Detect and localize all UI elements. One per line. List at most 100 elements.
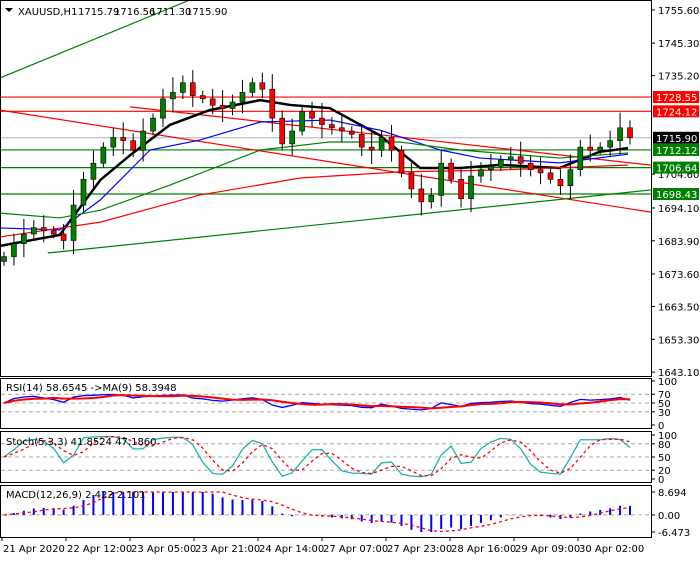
candle — [438, 162, 445, 196]
close-value: 1715.90 — [186, 7, 227, 18]
stoch-tick-label: 50 — [658, 453, 671, 464]
candle — [70, 204, 77, 241]
time-tick-label: 24 Apr 14:00 — [259, 544, 324, 555]
stoch-label: Stoch(5,3,3) 41.8524 47.1860 — [6, 437, 157, 448]
candle — [120, 137, 127, 141]
candle — [160, 98, 166, 119]
candle — [408, 172, 415, 190]
candle — [329, 124, 335, 129]
candle — [358, 133, 365, 148]
candle — [279, 117, 286, 145]
rsi-label: RSI(14) 58.6545 ->MA(9) 58.3948 — [6, 383, 177, 394]
time-tick-label: 28 Apr 16:00 — [451, 544, 516, 555]
candle — [229, 101, 236, 109]
candle — [259, 82, 266, 90]
price-tick-label: 1673.60 — [658, 270, 699, 281]
candle — [507, 156, 514, 161]
stoch-tick-label: 0 — [658, 475, 664, 486]
candle — [249, 82, 256, 93]
candle — [219, 104, 226, 109]
candle — [110, 137, 117, 148]
candle — [348, 130, 355, 135]
level-label: 1698.43 — [656, 190, 697, 201]
candle — [209, 98, 216, 106]
candle — [140, 130, 146, 151]
macd-tick-label: -6.473 — [658, 528, 690, 539]
candle — [388, 137, 395, 151]
time-tick-label: 21 Apr 2020 — [3, 544, 65, 555]
level-label: 1712.12 — [656, 146, 697, 157]
rsi-tick-label: 30 — [658, 408, 671, 419]
candle — [21, 233, 27, 244]
candle — [319, 117, 325, 125]
candle — [150, 117, 156, 132]
candle — [607, 140, 613, 148]
time-tick-label: 27 Apr 23:00 — [387, 544, 452, 555]
candle — [458, 179, 464, 199]
candle — [180, 82, 186, 93]
candle — [527, 162, 534, 170]
candle — [567, 169, 574, 187]
candle — [478, 169, 484, 177]
candle — [239, 92, 246, 103]
candle — [627, 127, 633, 139]
price-tick-label: 1745.30 — [658, 39, 699, 50]
candle — [557, 179, 564, 187]
candle — [498, 159, 504, 167]
level-label: 1724.12 — [656, 107, 697, 118]
price-tick-label: 1755.60 — [658, 6, 699, 17]
macd-tick-label: 8.694 — [658, 488, 687, 499]
candle — [488, 166, 494, 170]
candle — [170, 92, 176, 100]
time-tick-label: 23 Apr 05:00 — [131, 544, 196, 555]
time-tick-label: 30 Apr 02:00 — [579, 544, 644, 555]
level-label: 1728.55 — [656, 93, 697, 104]
candle — [269, 88, 276, 119]
candle — [100, 146, 107, 164]
chart-window: XAUUSD,H1 1715.79 1716.56 1711.30 1715.9… — [0, 0, 700, 560]
candle — [189, 82, 196, 96]
stoch-tick-label: 80 — [658, 440, 671, 451]
candle — [339, 127, 345, 132]
candle — [617, 127, 623, 141]
symbol-label: XAUUSD,H1 — [18, 7, 77, 18]
candle — [31, 227, 37, 235]
candle — [309, 111, 315, 119]
candle — [448, 162, 454, 180]
candle — [40, 227, 47, 232]
time-tick-label: 22 Apr 12:00 — [67, 544, 132, 555]
candle — [577, 146, 584, 170]
candle — [289, 130, 295, 145]
macd-tick-label: 0.00 — [658, 511, 680, 522]
candle — [199, 95, 206, 100]
level-label: 1706.64 — [656, 164, 697, 175]
candle — [11, 243, 17, 257]
candle — [517, 156, 524, 164]
candle — [90, 162, 97, 180]
candle — [597, 146, 603, 151]
price-tick-label: 1663.50 — [658, 302, 699, 313]
candle — [80, 179, 87, 206]
macd-label: MACD(12,26,9) 2.422 2.101 — [6, 490, 146, 501]
candle — [587, 146, 594, 151]
candle — [537, 169, 544, 174]
candle — [60, 233, 67, 241]
chart-header: XAUUSD,H1 1715.79 1716.56 1711.30 1715.9… — [5, 7, 227, 18]
price-tick-label: 1683.90 — [658, 237, 699, 248]
candle — [368, 146, 375, 151]
time-tick-label: 23 Apr 21:00 — [195, 544, 260, 555]
candle — [428, 195, 435, 203]
candle — [299, 111, 305, 132]
candle — [398, 150, 405, 174]
time-tick-label: 29 Apr 09:00 — [515, 544, 580, 555]
candle — [50, 230, 57, 235]
candle — [547, 172, 554, 180]
candle — [418, 188, 425, 203]
candle — [468, 175, 474, 199]
candle — [130, 140, 136, 151]
price-tick-label: 1653.30 — [658, 335, 699, 346]
time-tick-label: 27 Apr 07:00 — [323, 544, 388, 555]
candle — [378, 137, 385, 151]
rsi-tick-label: 100 — [658, 377, 677, 388]
candle — [1, 256, 7, 262]
